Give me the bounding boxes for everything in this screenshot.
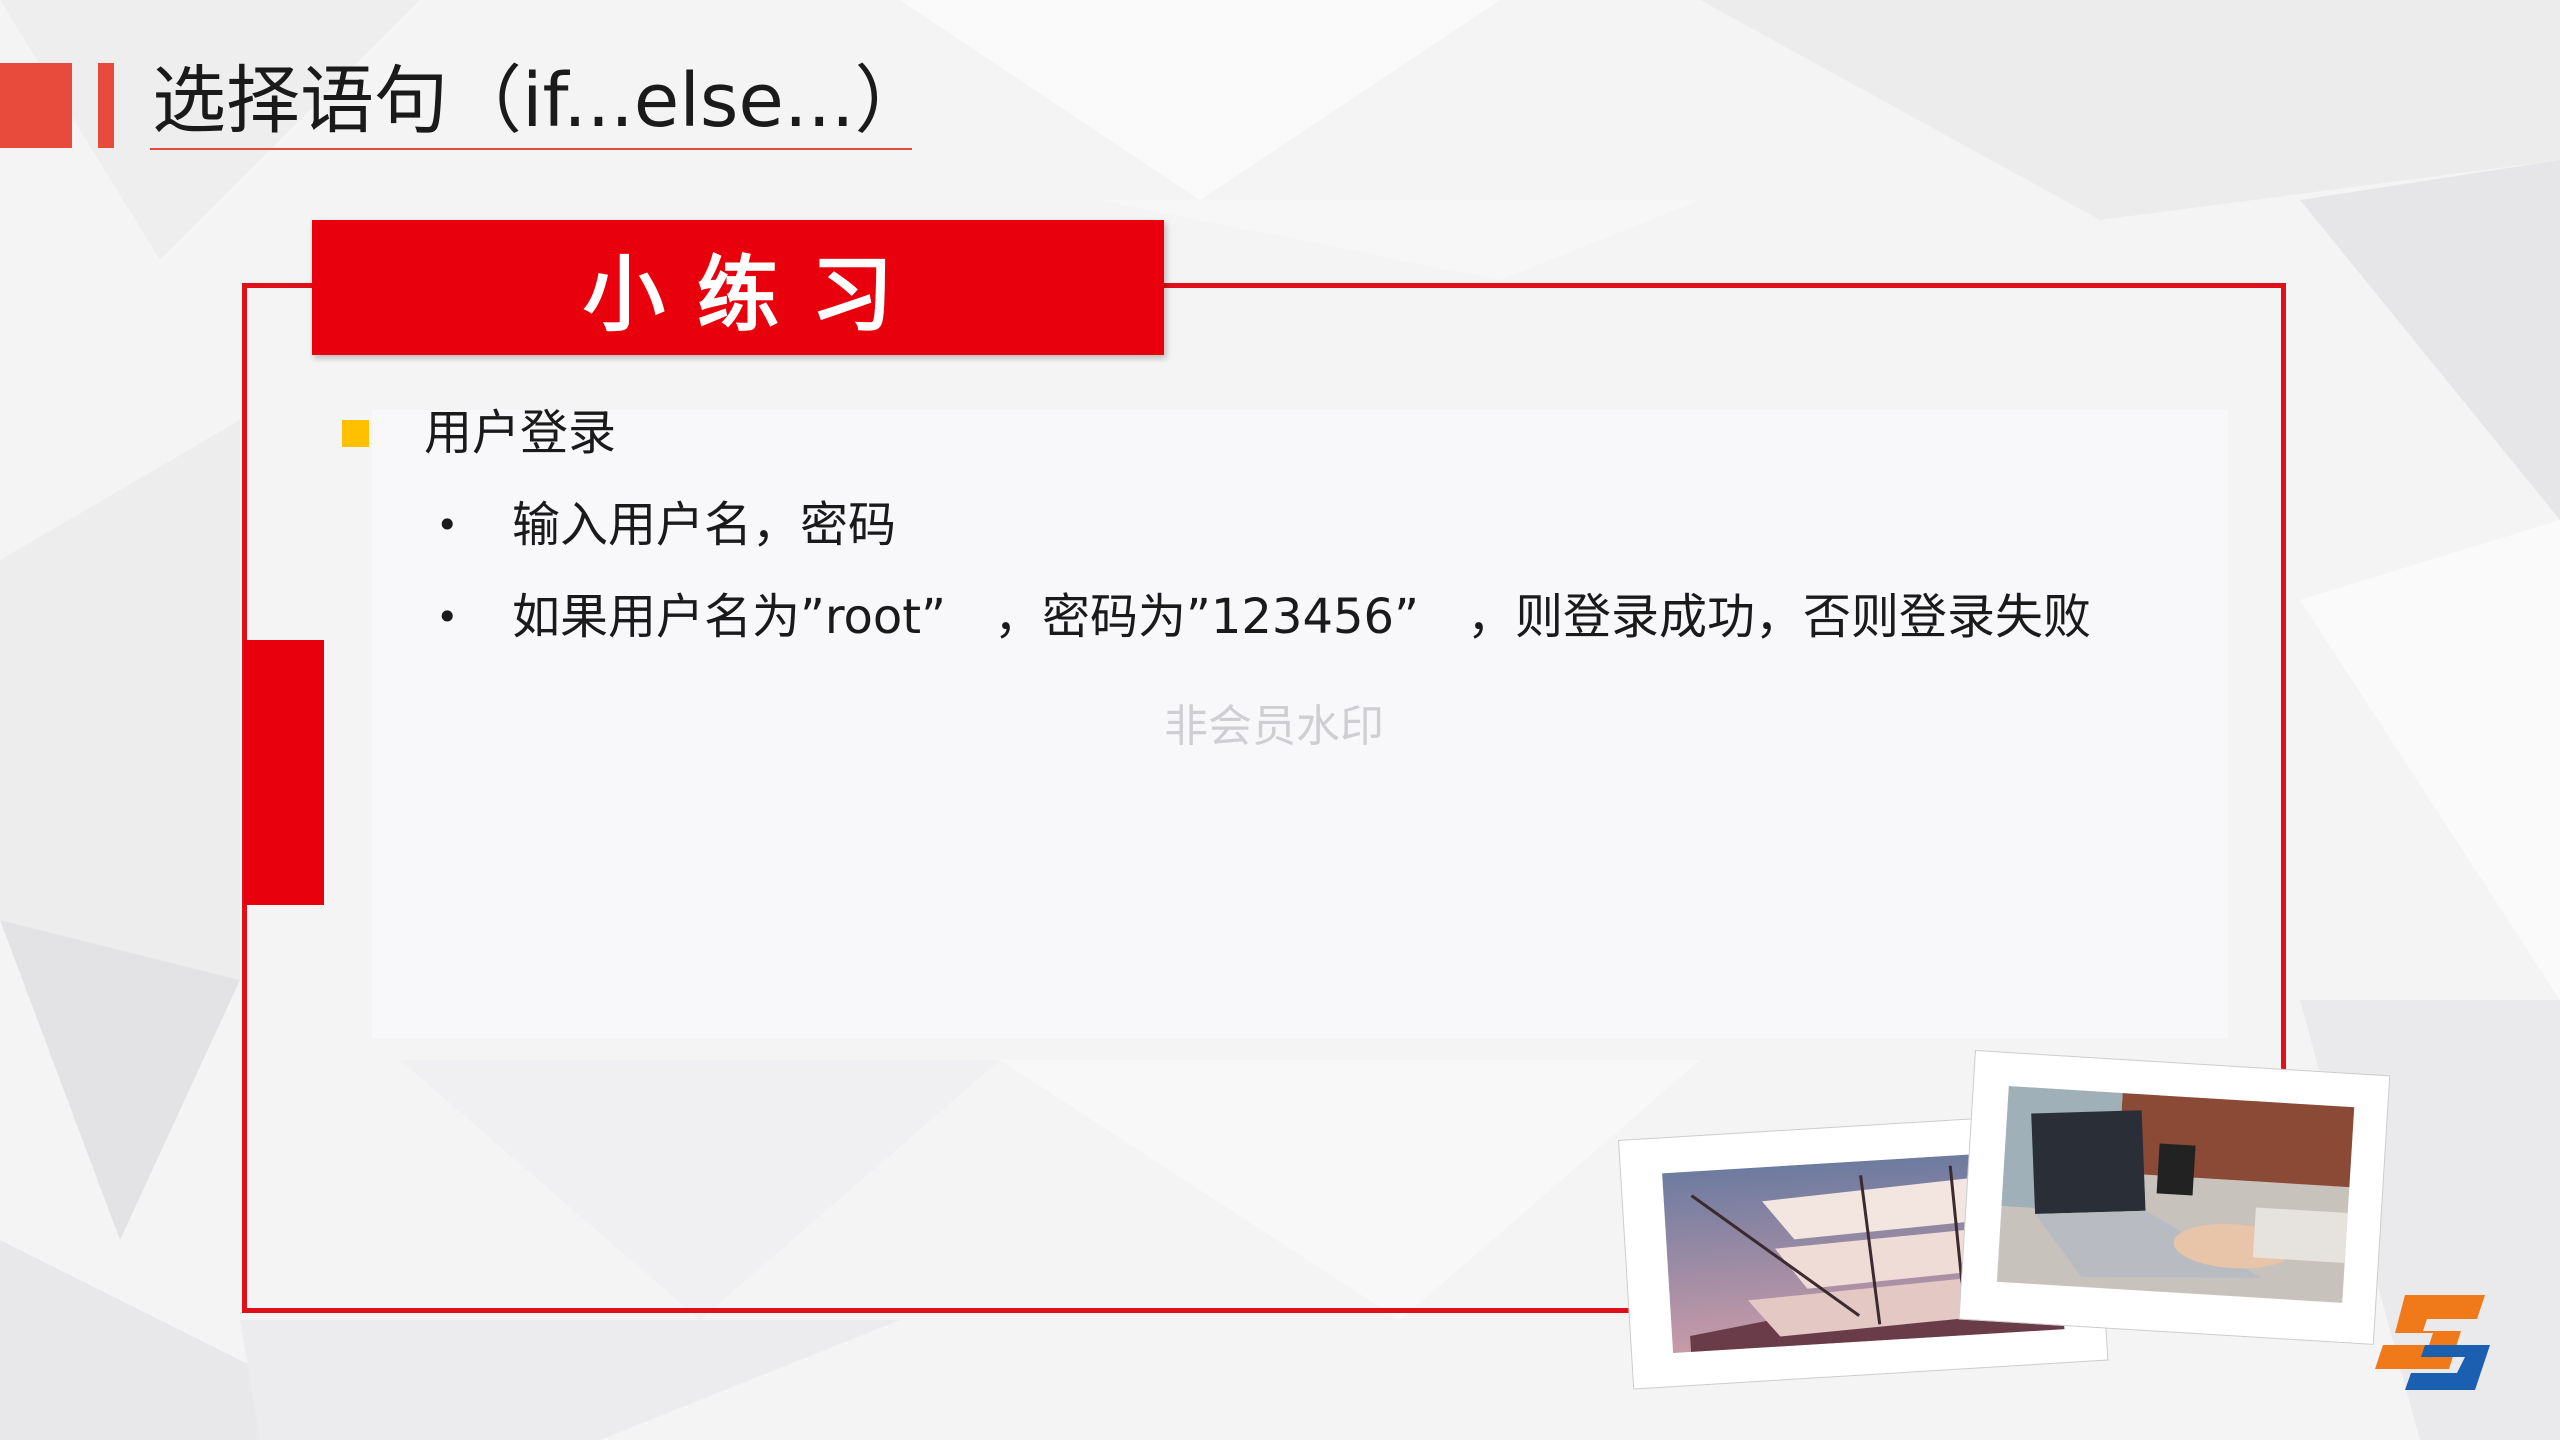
title-underline [150, 148, 912, 150]
title-accent-bar [98, 63, 114, 148]
brand-logo [2375, 1295, 2490, 1390]
exercise-header: 小练习 [312, 220, 1164, 355]
laptop-photo [1958, 1050, 2391, 1345]
slide-title: 选择语句（if...else...） [152, 58, 929, 144]
list-item-title: 用户登录 [424, 405, 617, 461]
frame-side-tab [244, 640, 324, 905]
exercise-header-label: 小练习 [582, 248, 925, 343]
sub-list-item: 输入用户名，密码 [512, 497, 897, 553]
sub-list-item: 如果用户名为”root” ，密码为”123456” ，则登录成功，否则登录失败 [512, 589, 2091, 645]
dot-bullet-icon: • [436, 595, 459, 639]
square-bullet-icon [342, 420, 369, 447]
dot-bullet-icon: • [436, 503, 459, 547]
title-accent-block [0, 63, 72, 148]
watermark-text: 非会员水印 [1164, 701, 1384, 752]
